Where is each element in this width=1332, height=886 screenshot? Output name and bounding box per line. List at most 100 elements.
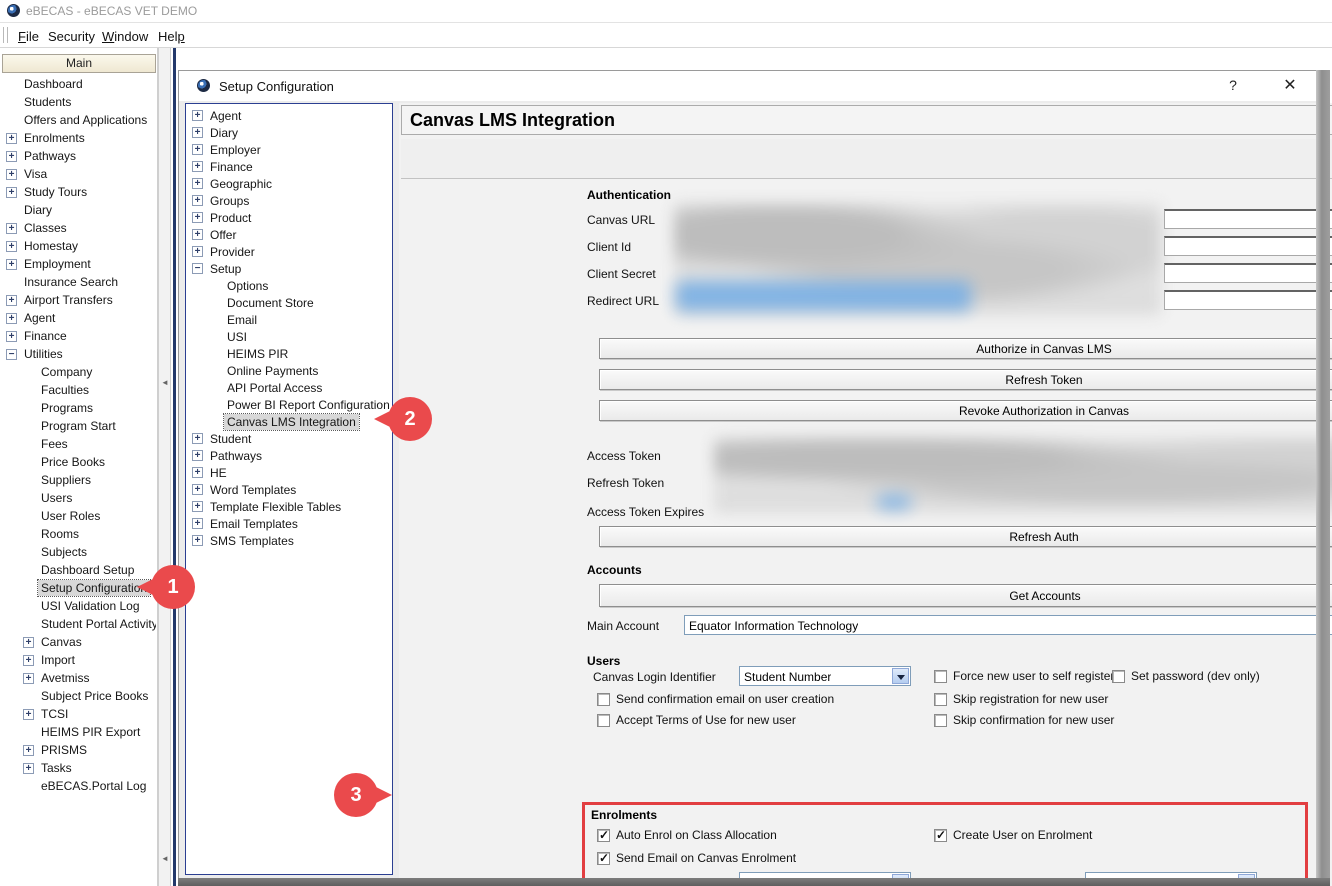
checkbox-accept-terms-of-use[interactable]: Accept Terms of Use for new user: [597, 713, 796, 727]
canvas-login-identifier-dropdown[interactable]: Student Number: [739, 666, 911, 686]
expand-icon[interactable]: +: [192, 467, 203, 478]
tree-item-provider[interactable]: +Provider: [186, 243, 392, 260]
tree-item-agent[interactable]: +Agent: [2, 309, 156, 327]
revoke-authorization-button[interactable]: Revoke Authorization in Canvas: [599, 400, 1332, 421]
toolbar-grip[interactable]: [3, 27, 8, 43]
tree-item-setup[interactable]: −Setup: [186, 260, 392, 277]
expand-icon[interactable]: +: [6, 187, 17, 198]
splitter-collapse-icon[interactable]: ◄: [161, 854, 169, 863]
expand-icon[interactable]: +: [192, 518, 203, 529]
tree-item-he[interactable]: +HE: [186, 464, 392, 481]
tree-item-sms-templates[interactable]: +SMS Templates: [186, 532, 392, 549]
expand-icon[interactable]: +: [192, 229, 203, 240]
tree-item-company[interactable]: Company: [2, 363, 156, 381]
canvas-url-input[interactable]: [1164, 209, 1332, 229]
tree-item-study-tours[interactable]: +Study Tours: [2, 183, 156, 201]
expand-icon[interactable]: +: [192, 178, 203, 189]
expand-icon[interactable]: +: [6, 241, 17, 252]
tree-item-avetmiss[interactable]: +Avetmiss: [2, 669, 156, 687]
tree-item-users[interactable]: Users: [2, 489, 156, 507]
menu-window[interactable]: Window: [96, 27, 154, 46]
tree-item-rooms[interactable]: Rooms: [2, 525, 156, 543]
tree-item-dashboard-setup[interactable]: Dashboard Setup: [2, 561, 156, 579]
splitter-collapse-icon[interactable]: ◄: [161, 378, 169, 387]
expand-icon[interactable]: +: [192, 450, 203, 461]
tree-item-tasks[interactable]: +Tasks: [2, 759, 156, 777]
expand-icon[interactable]: +: [192, 144, 203, 155]
tree-item-enrolments[interactable]: +Enrolments: [2, 129, 156, 147]
client-secret-input[interactable]: [1164, 263, 1332, 283]
tree-item-visa[interactable]: +Visa: [2, 165, 156, 183]
expand-icon[interactable]: +: [192, 535, 203, 546]
tree-item-geographic[interactable]: +Geographic: [186, 175, 392, 192]
expand-icon[interactable]: +: [192, 501, 203, 512]
tree-item-tcsi[interactable]: +TCSI: [2, 705, 156, 723]
tree-item-template-flexible-tables[interactable]: +Template Flexible Tables: [186, 498, 392, 515]
dialog-close-button[interactable]: ✕: [1279, 75, 1301, 95]
collapse-icon[interactable]: −: [6, 349, 17, 360]
tree-item-user-roles[interactable]: User Roles: [2, 507, 156, 525]
tree-item-usi[interactable]: USI: [186, 328, 392, 345]
sidebar-splitter[interactable]: ◄ ◄: [158, 48, 171, 886]
tree-item-programs[interactable]: Programs: [2, 399, 156, 417]
expand-icon[interactable]: +: [6, 223, 17, 234]
menu-help[interactable]: Help: [152, 27, 191, 46]
tree-item-employer[interactable]: +Employer: [186, 141, 392, 158]
expand-icon[interactable]: +: [23, 763, 34, 774]
tree-item-student-portal-activity-l[interactable]: Student Portal Activity L: [2, 615, 156, 633]
checkbox-send-confirmation-email[interactable]: Send confirmation email on user creation: [597, 692, 834, 706]
tree-item-setup-configuration[interactable]: Setup Configuration: [2, 579, 156, 597]
tree-item-faculties[interactable]: Faculties: [2, 381, 156, 399]
expand-icon[interactable]: +: [23, 709, 34, 720]
tree-item-heims-pir[interactable]: HEIMS PIR: [186, 345, 392, 362]
collapse-icon[interactable]: −: [192, 263, 203, 274]
checkbox-force-new-user-self-register[interactable]: Force new user to self register: [934, 669, 1114, 683]
menu-file[interactable]: File: [12, 27, 45, 46]
tree-item-diary[interactable]: +Diary: [186, 124, 392, 141]
tree-item-suppliers[interactable]: Suppliers: [2, 471, 156, 489]
tree-item-document-store[interactable]: Document Store: [186, 294, 392, 311]
expand-icon[interactable]: +: [192, 246, 203, 257]
expand-icon[interactable]: +: [192, 161, 203, 172]
tree-item-email[interactable]: Email: [186, 311, 392, 328]
expand-icon[interactable]: +: [23, 655, 34, 666]
tree-item-finance[interactable]: +Finance: [2, 327, 156, 345]
expand-icon[interactable]: +: [6, 313, 17, 324]
tree-item-word-templates[interactable]: +Word Templates: [186, 481, 392, 498]
expand-icon[interactable]: +: [192, 212, 203, 223]
checkbox-skip-registration-new-user[interactable]: Skip registration for new user: [934, 692, 1108, 706]
expand-icon[interactable]: +: [192, 484, 203, 495]
tree-item-email-templates[interactable]: +Email Templates: [186, 515, 392, 532]
redirect-url-input[interactable]: [1164, 290, 1332, 310]
checkbox-auto-enrol-class-allocation[interactable]: Auto Enrol on Class Allocation: [597, 828, 777, 842]
checkbox-create-user-on-enrolment[interactable]: Create User on Enrolment: [934, 828, 1092, 842]
refresh-token-button[interactable]: Refresh Token: [599, 369, 1332, 390]
sidebar-tab-main[interactable]: Main: [2, 54, 156, 73]
tree-item-subjects[interactable]: Subjects: [2, 543, 156, 561]
expand-icon[interactable]: +: [192, 110, 203, 121]
refresh-auth-button[interactable]: Refresh Auth: [599, 526, 1332, 547]
tree-item-import[interactable]: +Import: [2, 651, 156, 669]
tree-item-utilities[interactable]: −Utilities: [2, 345, 156, 363]
expand-icon[interactable]: +: [192, 433, 203, 444]
tree-item-homestay[interactable]: +Homestay: [2, 237, 156, 255]
tree-item-prisms[interactable]: +PRISMS: [2, 741, 156, 759]
tree-item-subject-price-books[interactable]: Subject Price Books: [2, 687, 156, 705]
tree-item-usi-validation-log[interactable]: USI Validation Log: [2, 597, 156, 615]
tree-item-program-start[interactable]: Program Start: [2, 417, 156, 435]
tree-item-pathways[interactable]: +Pathways: [2, 147, 156, 165]
expand-icon[interactable]: +: [23, 637, 34, 648]
tree-item-ebecas-portal-log[interactable]: eBECAS.Portal Log: [2, 777, 156, 795]
tree-item-agent[interactable]: +Agent: [186, 107, 392, 124]
expand-icon[interactable]: +: [6, 151, 17, 162]
authorize-in-canvas-button[interactable]: Authorize in Canvas LMS: [599, 338, 1332, 359]
tree-item-student[interactable]: +Student: [186, 430, 392, 447]
main-account-dropdown[interactable]: Equator Information Technology: [684, 615, 1332, 635]
dialog-help-button[interactable]: ?: [1223, 77, 1243, 93]
tree-item-fees[interactable]: Fees: [2, 435, 156, 453]
get-accounts-button[interactable]: Get Accounts: [599, 584, 1332, 607]
expand-icon[interactable]: +: [6, 295, 17, 306]
expand-icon[interactable]: +: [23, 745, 34, 756]
tree-item-offers-and-applications[interactable]: Offers and Applications: [2, 111, 156, 129]
tree-item-dashboard[interactable]: Dashboard: [2, 75, 156, 93]
